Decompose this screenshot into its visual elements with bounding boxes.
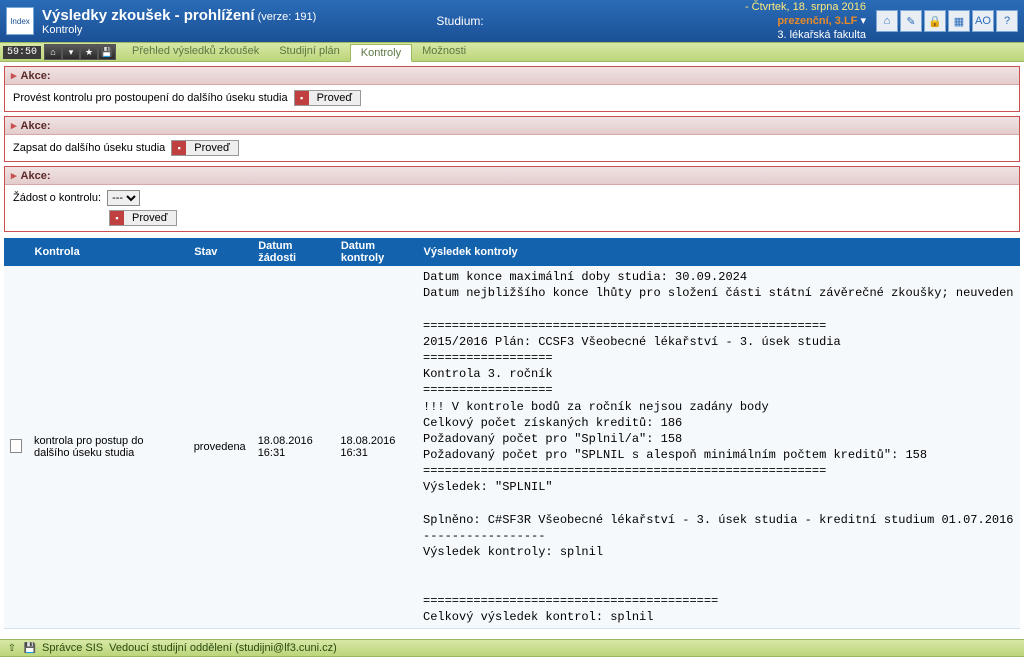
proved-button-1[interactable]: ▪ Proveď — [294, 90, 362, 106]
action-icon: ▪ — [295, 91, 309, 105]
col-datum-zadosti: Datum žádosti — [252, 238, 335, 266]
header-title-block: Výsledky zkoušek - prohlížení (verze: 19… — [42, 7, 316, 36]
tab-studijni-plan[interactable]: Studijní plán — [269, 43, 350, 61]
session-timer: 59:50 — [3, 46, 41, 59]
col-stav: Stav — [188, 238, 252, 266]
akce-section-2: ▸ Akce: Zapsat do dalšího úseku studia ▪… — [4, 116, 1020, 162]
cell-vysledek: Datum konce maximální doby studia: 30.09… — [417, 266, 1020, 629]
collapse-icon[interactable]: ▸ — [11, 69, 17, 82]
save-icon[interactable]: 💾 — [24, 642, 36, 654]
nav-mini-buttons: ⌂ ▾ ★ 💾 — [44, 44, 116, 60]
akce-label: Akce: — [21, 120, 51, 132]
akce-text-1: Provést kontrolu pro postoupení do další… — [13, 92, 288, 104]
col-vysledek: Výsledek kontroly — [417, 238, 1020, 266]
faculty-label: 3. lékařská fakulta — [745, 28, 866, 42]
action-icon: ▪ — [110, 211, 124, 225]
table-header-row: Kontrola Stav Datum žádosti Datum kontro… — [4, 238, 1020, 266]
request-label: Žádost o kontrolu: — [13, 192, 101, 204]
cell-datum-kontroly: 18.08.2016 16:31 — [334, 266, 417, 629]
col-kontrola: Kontrola — [28, 238, 188, 266]
program-label[interactable]: prezenční, 3.LF — [777, 15, 857, 27]
akce-label: Akce: — [21, 170, 51, 182]
up-icon[interactable]: ⇧ — [6, 642, 18, 654]
app-header: Index Výsledky zkoušek - prohlížení (ver… — [0, 0, 1024, 42]
footer-bar: ⇧ 💾 Správce SIS Vedoucí studijní oddělen… — [0, 639, 1024, 657]
request-select[interactable]: --- — [107, 190, 140, 206]
akce-label: Akce: — [21, 70, 51, 82]
lock-icon[interactable]: 🔒 — [924, 10, 946, 32]
grid-icon[interactable]: ▦ — [948, 10, 970, 32]
akce-body-1: Provést kontrolu pro postoupení do další… — [5, 85, 1019, 111]
action-icon: ▪ — [172, 141, 186, 155]
proved-label: Proveď — [309, 91, 361, 105]
home-icon[interactable]: ⌂ — [876, 10, 898, 32]
app-logo: Index — [6, 7, 34, 35]
tab-prehled[interactable]: Přehled výsledků zkoušek — [122, 43, 269, 61]
header-right-info: - Čtvrtek, 18. srpna 2016 prezenční, 3.L… — [745, 0, 870, 42]
table-row: kontrola pro postup do dalšího úseku stu… — [4, 266, 1020, 629]
proved-button-3[interactable]: ▪ Proveď — [109, 210, 177, 226]
version-label: (verze: 191) — [258, 11, 317, 23]
akce-text-2: Zapsat do dalšího úseku studia — [13, 142, 165, 154]
proved-button-2[interactable]: ▪ Proveď — [171, 140, 239, 156]
program-dropdown-icon[interactable]: ▾ — [860, 15, 866, 27]
nav-down-icon[interactable]: ▾ — [62, 44, 80, 60]
cell-stav: provedena — [188, 266, 252, 629]
akce-body-3: Žádost o kontrolu: --- ▪ Proveď — [5, 185, 1019, 231]
result-text: Datum konce maximální doby studia: 30.09… — [423, 269, 1014, 625]
journal-icon[interactable]: ✎ — [900, 10, 922, 32]
nav-bar: 59:50 ⌂ ▾ ★ 💾 Přehled výsledků zkoušek S… — [0, 42, 1024, 62]
proved-label: Proveď — [186, 141, 238, 155]
akce-body-2: Zapsat do dalšího úseku studia ▪ Proveď — [5, 135, 1019, 161]
collapse-icon[interactable]: ▸ — [11, 169, 17, 182]
page-icon[interactable] — [10, 439, 22, 453]
results-table: Kontrola Stav Datum žádosti Datum kontro… — [4, 238, 1020, 629]
help-icon[interactable]: ? — [996, 10, 1018, 32]
col-datum-kontroly: Datum kontroly — [334, 238, 417, 266]
akce-heading: ▸ Akce: — [5, 117, 1019, 135]
current-date: - Čtvrtek, 18. srpna 2016 — [745, 0, 866, 14]
collapse-icon[interactable]: ▸ — [11, 119, 17, 132]
nav-star-icon[interactable]: ★ — [80, 44, 98, 60]
akce-section-3: ▸ Akce: Žádost o kontrolu: --- ▪ Proveď — [4, 166, 1020, 232]
proved-label: Proveď — [124, 211, 176, 225]
cell-kontrola: kontrola pro postup do dalšího úseku stu… — [28, 266, 188, 629]
footer-admin[interactable]: Správce SIS — [42, 642, 103, 654]
cell-datum-zadosti: 18.08.2016 16:31 — [252, 266, 335, 629]
footer-contact[interactable]: Vedoucí studijní oddělení (studijni@lf3.… — [109, 642, 337, 654]
lang-icon[interactable]: AO — [972, 10, 994, 32]
akce-section-1: ▸ Akce: Provést kontrolu pro postoupení … — [4, 66, 1020, 112]
nav-home-icon[interactable]: ⌂ — [44, 44, 62, 60]
tab-moznosti[interactable]: Možnosti — [412, 43, 476, 61]
nav-tabs: Přehled výsledků zkoušek Studijní plán K… — [122, 43, 476, 61]
studium-label: Studium: — [316, 14, 745, 28]
akce-heading: ▸ Akce: — [5, 167, 1019, 185]
page-subtitle: Kontroly — [42, 24, 316, 36]
akce-heading: ▸ Akce: — [5, 67, 1019, 85]
nav-save-icon[interactable]: 💾 — [98, 44, 116, 60]
header-toolbar: ⌂ ✎ 🔒 ▦ AO ? — [876, 10, 1018, 32]
tab-kontroly[interactable]: Kontroly — [350, 44, 412, 62]
page-title: Výsledky zkoušek - prohlížení — [42, 7, 255, 24]
